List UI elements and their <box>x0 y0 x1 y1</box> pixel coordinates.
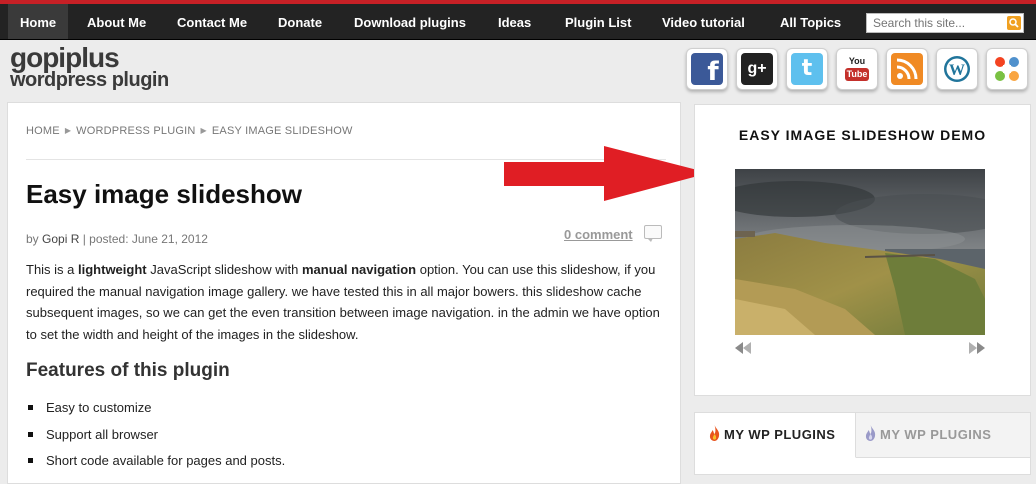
joomla-icon <box>991 53 1023 85</box>
search-icon <box>1009 18 1019 28</box>
google-plus-icon: g+ <box>741 53 773 85</box>
list-item: Support all browser <box>26 422 285 449</box>
facebook-button[interactable]: f <box>686 48 728 90</box>
facebook-icon: f <box>691 53 723 85</box>
joomla-button[interactable] <box>986 48 1028 90</box>
tab-label: MY WP PLUGINS <box>880 427 992 442</box>
youtube-button[interactable]: You Tube <box>836 48 878 90</box>
twitter-icon: t <box>791 53 823 85</box>
svg-text:W: W <box>949 62 965 79</box>
plugins-tabs-widget: MY WP PLUGINS MY WP PLUGINS <box>694 412 1031 475</box>
nav-all-topics[interactable]: All Topics <box>780 4 841 39</box>
nav-download-plugins[interactable]: Download plugins <box>354 4 466 39</box>
tab-bar: MY WP PLUGINS MY WP PLUGINS <box>695 413 1030 458</box>
rss-icon <box>891 53 923 85</box>
nav-home[interactable]: Home <box>8 4 69 39</box>
comment-bubble-icon[interactable] <box>644 225 662 242</box>
slideshow-next-icon[interactable] <box>969 342 985 354</box>
author-link[interactable]: Gopi R <box>42 232 79 246</box>
flame-icon <box>865 425 876 441</box>
search-box <box>866 13 1024 33</box>
youtube-icon: You Tube <box>841 53 873 85</box>
tab-label: MY WP PLUGINS <box>724 427 836 442</box>
wordpress-button[interactable]: W <box>936 48 978 90</box>
breadcrumb-wordpress-plugin[interactable]: WORDPRESS PLUGIN <box>76 125 195 137</box>
search-button[interactable] <box>1007 16 1021 30</box>
flame-icon <box>709 425 720 441</box>
breadcrumb-home[interactable]: HOME <box>26 125 60 137</box>
tab-my-wp-plugins-active[interactable]: MY WP PLUGINS <box>695 413 856 458</box>
nav-plugin-list[interactable]: Plugin List <box>565 4 631 39</box>
slideshow-demo-widget: EASY IMAGE SLIDESHOW DEMO <box>694 104 1031 396</box>
meta-by: by <box>26 232 39 246</box>
red-arrow-annotation <box>504 146 709 201</box>
twitter-button[interactable]: t <box>786 48 828 90</box>
google-plus-button[interactable]: g+ <box>736 48 778 90</box>
nav-donate[interactable]: Donate <box>278 4 322 39</box>
logo-line-1: gopiplus <box>10 42 120 73</box>
bold-manual-navigation: manual navigation <box>301 262 417 277</box>
logo-line-2: wordpress plugin <box>10 69 169 91</box>
slideshow-image[interactable] <box>735 169 985 335</box>
nav-ideas[interactable]: Ideas <box>498 4 531 39</box>
rss-button[interactable] <box>886 48 928 90</box>
post-intro: This is a lightweight JavaScript slidesh… <box>26 262 660 342</box>
chevron-right-icon: ▶ <box>64 126 72 135</box>
search-input[interactable] <box>867 14 1009 32</box>
nav-about-me[interactable]: About Me <box>87 4 146 39</box>
bold-lightweight: lightweight <box>78 262 147 277</box>
list-item: Short code available for pages and posts… <box>26 448 285 475</box>
breadcrumb: HOME ▶ WORDPRESS PLUGIN ▶ EASY IMAGE SLIDESH… <box>26 125 353 137</box>
features-list: Easy to customize Support all browser Sh… <box>26 395 285 475</box>
tab-my-wp-plugins-inactive[interactable]: MY WP PLUGINS <box>865 413 991 457</box>
site-logo[interactable]: gopiplus wordpress plugin <box>10 42 169 91</box>
wordpress-icon: W <box>941 53 973 85</box>
main-nav: Home About Me Contact Me Donate Download… <box>0 4 1036 40</box>
list-item: Easy to customize <box>26 395 285 422</box>
breadcrumb-current: EASY IMAGE SLIDESHOW <box>211 125 353 137</box>
nav-video-tutorial[interactable]: Video tutorial <box>662 4 745 39</box>
comment-count-link[interactable]: 0 comment <box>564 227 633 242</box>
slideshow-prev-icon[interactable] <box>735 342 751 354</box>
meta-posted: | posted: June 21, 2012 <box>82 232 208 246</box>
post-meta: by Gopi R | posted: June 21, 2012 <box>26 232 208 246</box>
nav-contact-me[interactable]: Contact Me <box>177 4 247 39</box>
features-heading: Features of this plugin <box>26 360 230 381</box>
widget-title: EASY IMAGE SLIDESHOW DEMO <box>738 127 987 143</box>
chevron-right-icon: ▶ <box>200 126 207 135</box>
page-title: Easy image slideshow <box>26 179 303 209</box>
